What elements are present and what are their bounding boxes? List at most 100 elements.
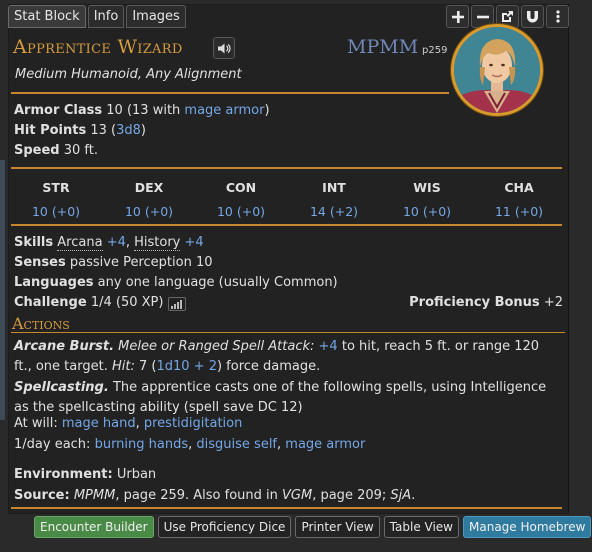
languages-label: Languages bbox=[14, 275, 94, 290]
actions-underline bbox=[11, 332, 565, 333]
mage-armor-link[interactable]: mage armor bbox=[184, 103, 264, 118]
hit-points-label: Hit Points bbox=[14, 123, 87, 138]
action-name: Spellcasting. bbox=[14, 380, 109, 395]
ability-score-roll[interactable]: 11 (+0) bbox=[494, 204, 544, 219]
attack-bonus-roll[interactable]: +4 bbox=[319, 339, 338, 354]
tab-images[interactable]: Images bbox=[126, 5, 186, 28]
speed-row: Speed 30 ft. bbox=[14, 143, 98, 158]
environment-label: Environment: bbox=[14, 467, 113, 482]
ability-str: STR 10 (+0) bbox=[31, 180, 81, 219]
skill-history[interactable]: History bbox=[134, 235, 181, 251]
creature-name: Apprentice Wizard bbox=[13, 36, 183, 58]
ability-label: WIS bbox=[413, 180, 441, 195]
damage-roll[interactable]: 1d10 + 2 bbox=[156, 359, 217, 374]
challenge-value: 1/4 (50 XP) bbox=[90, 295, 164, 310]
ability-score-roll[interactable]: 10 (+0) bbox=[402, 204, 452, 219]
plus-button[interactable] bbox=[446, 5, 469, 28]
spell-link[interactable]: disguise self bbox=[196, 437, 277, 452]
proficiency-label: Proficiency Bonus bbox=[409, 295, 540, 310]
speaker-icon bbox=[217, 43, 231, 53]
skill-arcana[interactable]: Arcana bbox=[57, 235, 103, 251]
hit-dice-roll[interactable]: 3d8 bbox=[116, 123, 141, 138]
ability-label: DEX bbox=[134, 180, 164, 195]
proficiency-value: +2 bbox=[543, 295, 563, 310]
source-text: . bbox=[411, 488, 416, 503]
ability-int: INT 14 (+2) bbox=[309, 180, 359, 219]
action-name: Arcane Burst. bbox=[14, 339, 115, 354]
printer-view-button[interactable]: Printer View bbox=[295, 516, 380, 538]
creature-portrait[interactable] bbox=[451, 24, 543, 116]
attack-type: Melee or Ranged Spell Attack: bbox=[118, 339, 315, 354]
divider-abilities-top bbox=[11, 167, 562, 169]
senses-row: Senses passive Perception 10 bbox=[14, 255, 212, 270]
footer-buttons: Encounter Builder Use Proficiency Dice P… bbox=[34, 516, 592, 538]
spell-link[interactable]: mage armor bbox=[285, 437, 365, 452]
source-book: SjA bbox=[390, 488, 412, 503]
manage-homebrew-button[interactable]: Manage Homebrew bbox=[463, 516, 592, 538]
senses-value: passive Perception 10 bbox=[69, 255, 213, 270]
source-label: Source: bbox=[14, 488, 70, 503]
table-view-button[interactable]: Table View bbox=[383, 516, 459, 538]
ability-score-roll[interactable]: 10 (+0) bbox=[216, 204, 266, 219]
wizard-portrait-image bbox=[454, 27, 540, 113]
scale-challenge-button[interactable] bbox=[167, 297, 186, 311]
speed-value: 30 ft. bbox=[63, 143, 99, 158]
challenge-label: Challenge bbox=[14, 295, 87, 310]
ability-score-roll[interactable]: 10 (+0) bbox=[124, 204, 174, 219]
divider-bottom bbox=[11, 507, 562, 509]
ability-score-roll[interactable]: 10 (+0) bbox=[31, 204, 81, 219]
hit-points-value: 13 ( bbox=[90, 123, 117, 138]
ability-wis: WIS 10 (+0) bbox=[402, 180, 452, 219]
source-abbreviation[interactable]: MPMM bbox=[347, 36, 418, 58]
bar-chart-icon bbox=[171, 306, 174, 309]
at-will-spells-row: At will: mage hand, prestidigitation bbox=[14, 416, 242, 431]
divider-abilities-bottom bbox=[11, 224, 562, 226]
more-button[interactable] bbox=[546, 5, 569, 28]
source-row: Source: MPMM, page 259. Also found in VG… bbox=[14, 488, 415, 503]
speed-label: Speed bbox=[14, 143, 60, 158]
daily-spells-row: 1/day each: burning hands, disguise self… bbox=[14, 437, 365, 452]
spell-link[interactable]: prestidigitation bbox=[144, 416, 242, 431]
at-will-label: At will: bbox=[14, 416, 58, 431]
tab-bar: Stat Block Info Images bbox=[8, 5, 186, 28]
popout-icon bbox=[502, 11, 513, 22]
ability-score-roll[interactable]: 14 (+2) bbox=[309, 204, 359, 219]
tab-stat-block[interactable]: Stat Block bbox=[8, 5, 86, 28]
proficiency-row: Proficiency Bonus +2 bbox=[409, 295, 563, 310]
source-text: , page 259. Also found in bbox=[115, 488, 283, 503]
hit-label: Hit: bbox=[111, 359, 135, 374]
encounter-builder-button[interactable]: Encounter Builder bbox=[34, 516, 154, 538]
plus-icon bbox=[451, 10, 464, 23]
creature-subtitle: Medium Humanoid, Any Alignment bbox=[15, 67, 242, 82]
speak-name-button[interactable] bbox=[213, 37, 235, 59]
spell-link[interactable]: mage hand bbox=[62, 416, 136, 431]
source-text: , page 209; bbox=[312, 488, 391, 503]
hit-points-end: ) bbox=[140, 123, 146, 138]
languages-row: Languages any one language (usually Comm… bbox=[14, 275, 338, 290]
damage-text: 7 ( bbox=[138, 359, 157, 374]
source-book: MPMM bbox=[73, 488, 116, 503]
armor-class-value: 10 (13 with bbox=[106, 103, 185, 118]
source-page: p259 bbox=[422, 45, 448, 56]
ability-label: INT bbox=[322, 180, 346, 195]
armor-class-label: Armor Class bbox=[14, 103, 103, 118]
magnet-button[interactable] bbox=[521, 5, 544, 28]
skill-history-roll[interactable]: +4 bbox=[185, 235, 204, 250]
armor-class-row: Armor Class 10 (13 with mage armor) bbox=[14, 103, 270, 118]
tab-info[interactable]: Info bbox=[87, 5, 125, 28]
ability-con: CON 10 (+0) bbox=[216, 180, 266, 219]
ability-label: CHA bbox=[504, 180, 534, 195]
proficiency-dice-button[interactable]: Use Proficiency Dice bbox=[157, 516, 292, 538]
hit-points-row: Hit Points 13 (3d8) bbox=[14, 123, 146, 138]
actions-heading: Actions bbox=[12, 314, 70, 333]
environment-value: Urban bbox=[116, 467, 157, 482]
magnet-icon bbox=[527, 11, 538, 23]
left-scroll-strip bbox=[0, 160, 5, 420]
senses-label: Senses bbox=[14, 255, 66, 270]
challenge-row: Challenge 1/4 (50 XP) bbox=[14, 295, 186, 311]
skill-separator: , bbox=[125, 235, 135, 250]
spell-link[interactable]: burning hands bbox=[95, 437, 189, 452]
source-book: VGM bbox=[282, 488, 313, 503]
skill-arcana-roll[interactable]: +4 bbox=[107, 235, 126, 250]
ability-label: CON bbox=[225, 180, 257, 195]
